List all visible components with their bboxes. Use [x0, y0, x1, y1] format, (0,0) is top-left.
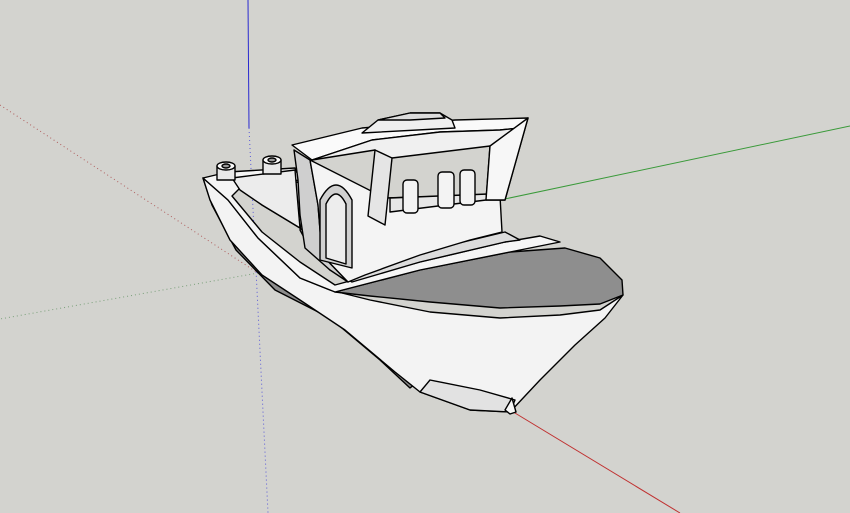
roof-dome-top [377, 112, 446, 121]
boat-model[interactable] [202, 112, 624, 415]
green-axis-positive [499, 125, 850, 201]
window-pillar-1 [402, 179, 419, 214]
green-axis-negative [0, 272, 259, 320]
window-pillar-2 [437, 171, 455, 209]
scene-canvas[interactable] [0, 0, 850, 513]
window-pillar-3 [459, 169, 476, 206]
bollard-left [216, 161, 236, 181]
blue-axis-positive [247, 0, 250, 129]
cabin-door-inner [325, 193, 347, 265]
modeling-viewport[interactable] [0, 0, 850, 513]
bollard-right [262, 155, 282, 175]
red-axis-positive [509, 409, 681, 513]
